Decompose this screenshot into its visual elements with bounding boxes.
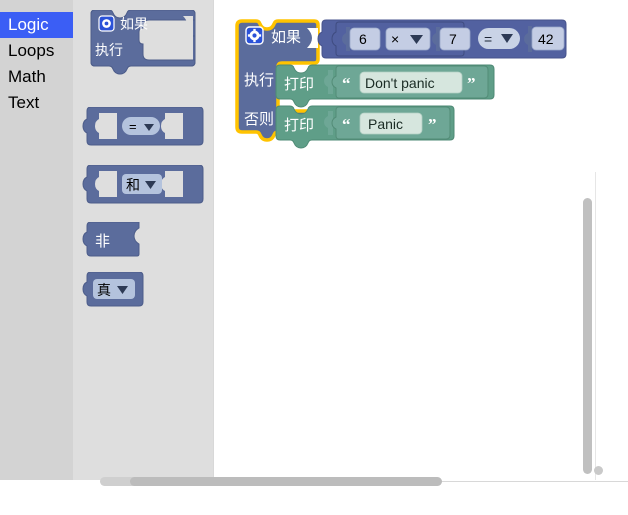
workspace-else-label: 否则 bbox=[244, 111, 274, 128]
flyout-block-logic-boolean[interactable]: 真 bbox=[77, 271, 157, 315]
text-close-quote-else: ” bbox=[428, 115, 437, 134]
flyout-compare-operator: = bbox=[129, 119, 137, 134]
flyout-operation-operator: 和 bbox=[126, 177, 140, 193]
toolbox-category-math[interactable]: Math bbox=[0, 64, 73, 90]
flyout-do-label: 执行 bbox=[95, 42, 123, 58]
text-value-else: Panic bbox=[368, 116, 403, 132]
scroll-corner-dot bbox=[594, 466, 603, 475]
vertical-scrollbar[interactable] bbox=[583, 198, 592, 474]
gear-icon[interactable] bbox=[245, 26, 264, 45]
print-label-do: 打印 bbox=[284, 76, 314, 93]
text-close-quote-do: ” bbox=[467, 74, 476, 93]
text-open-quote-else: “ bbox=[342, 115, 351, 134]
flyout-block-logic-compare[interactable]: = bbox=[77, 106, 207, 156]
math-number-left-value: 6 bbox=[359, 31, 367, 47]
flyout-boolean-value: 真 bbox=[97, 282, 111, 298]
math-operator-value: × bbox=[391, 31, 399, 47]
workspace-block-math-arithmetic[interactable]: 6 × 7 bbox=[331, 21, 471, 57]
workspace-do-label: 执行 bbox=[244, 72, 274, 89]
workspace-block-text-do[interactable]: “ Don't panic ” bbox=[331, 65, 489, 99]
toolbox-category-text[interactable]: Text bbox=[0, 90, 73, 116]
toolbox-categories: Logic Loops Math Text bbox=[0, 0, 73, 480]
workspace-block-controls-if[interactable]: 如果 执行 否则 6 × 7 = 42 打印 “ Don't panic ” 打… bbox=[232, 18, 602, 155]
toolbox-category-label: Text bbox=[8, 93, 40, 112]
flyout-block-logic-negate[interactable]: 非 bbox=[77, 221, 157, 265]
workspace-scroll-divider bbox=[595, 172, 596, 480]
flyout-negate-label: 非 bbox=[95, 233, 110, 250]
workspace-if-label: 如果 bbox=[271, 29, 301, 46]
toolbox-category-label: Math bbox=[8, 67, 46, 86]
text-value-do: Don't panic bbox=[365, 75, 435, 91]
toolbox-category-logic[interactable]: Logic bbox=[0, 12, 73, 38]
print-label-else: 打印 bbox=[284, 117, 314, 134]
compare-operator-value: = bbox=[484, 31, 492, 47]
text-open-quote-do: “ bbox=[342, 74, 351, 93]
toolbox-category-label: Logic bbox=[8, 15, 49, 34]
flyout-block-logic-operation[interactable]: 和 bbox=[77, 164, 207, 214]
math-number-right-value: 7 bbox=[449, 31, 457, 47]
gear-icon bbox=[98, 15, 115, 32]
blockly-workspace[interactable]: 如果 执行 否则 6 × 7 = 42 打印 “ Don't panic ” 打… bbox=[213, 0, 628, 482]
flyout-block-controls-if[interactable]: 如果 执行 bbox=[87, 9, 199, 87]
workspace-block-print-do[interactable]: 打印 “ Don't panic ” bbox=[275, 64, 495, 108]
horizontal-scrollbar[interactable] bbox=[130, 477, 442, 486]
workspace-block-logic-compare[interactable]: 6 × 7 = 42 bbox=[317, 19, 567, 59]
workspace-block-text-else[interactable]: “ Panic ” bbox=[331, 106, 451, 140]
toolbox-category-label: Loops bbox=[8, 41, 55, 60]
toolbox-flyout[interactable]: 如果 执行 = 和 非 真 bbox=[73, 0, 213, 480]
flyout-if-label: 如果 bbox=[120, 16, 148, 32]
blockly-app: Logic Loops Math Text 如果 执行 = 和 非 真 如果 执… bbox=[0, 0, 628, 515]
compare-right-number-value: 42 bbox=[538, 31, 554, 47]
toolbox-category-loops[interactable]: Loops bbox=[0, 38, 73, 64]
